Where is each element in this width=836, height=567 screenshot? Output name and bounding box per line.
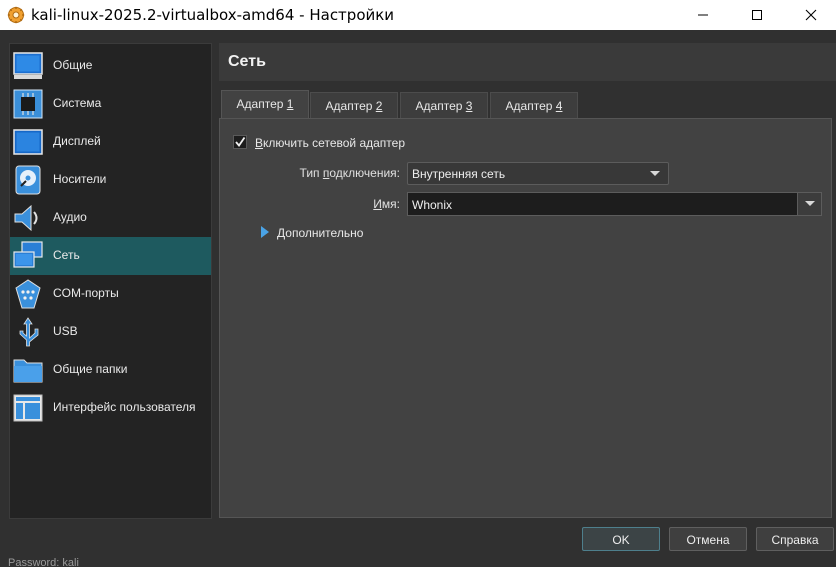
sidebar-item-label: Сеть [53,248,80,262]
network-name-label: Имя: [340,197,400,211]
tab-label: Адаптер [325,99,376,113]
network-name-value: Whonix [412,198,453,212]
audio-icon [14,204,38,232]
attached-to-label-pre: Тип [299,166,323,180]
settings-sidebar: Общие Система Дисплей Носители Аудио Сет… [9,43,212,519]
page-title: Сеть [228,53,266,70]
enable-adapter-label[interactable]: Включить сетевой адаптер [255,136,405,150]
network-name-label-accel: И [373,197,382,211]
advanced-label: Дополнительно [277,226,363,240]
sidebar-item-display[interactable]: Дисплей [10,123,211,161]
sidebar-item-storage[interactable]: Носители [10,161,211,199]
sidebar-item-user-interface[interactable]: Интерфейс пользователя [10,389,211,427]
tab-label: Адаптер [505,99,556,113]
enable-adapter-accel: В [255,136,264,150]
sidebar-item-label: Аудио [53,210,87,224]
tab-label-accel: 1 [286,97,294,111]
cancel-button[interactable]: Отмена [669,527,747,551]
sidebar-item-shared-folders[interactable]: Общие папки [10,351,211,389]
close-icon [805,9,817,21]
checkmark-icon [235,136,246,147]
settings-dialog: Общие Система Дисплей Носители Аудио Сет… [0,30,836,567]
general-icon [13,52,43,79]
attached-to-label: Тип подключения: [290,166,400,180]
tab-label-accel: 2 [375,99,383,113]
maximize-icon [752,10,762,20]
sidebar-item-label: COM-порты [53,286,119,300]
tab-label-accel: 3 [465,99,473,113]
adapter-panel: Включить сетевой адаптер Тип подключения… [219,118,832,518]
sidebar-item-label: Дисплей [53,134,101,148]
sidebar-item-usb[interactable]: USB [10,313,211,351]
page-header: Сеть [219,43,836,81]
sidebar-item-audio[interactable]: Аудио [10,199,211,237]
sidebar-item-label: USB [53,324,78,338]
enable-adapter-checkbox[interactable] [233,135,247,149]
network-name-label-rest: мя: [381,197,400,211]
sidebar-item-label: Система [53,96,102,110]
title-bar: kali-linux-2025.2-virtualbox-amd64 - Нас… [0,0,836,30]
tab-label: Адаптер [415,99,466,113]
sidebar-item-network[interactable]: Сеть [10,237,211,275]
tab-adapter-3[interactable]: Адаптер 3 [400,92,488,119]
storage-icon [15,165,41,195]
usb-icon [19,317,39,347]
tab-adapter-1[interactable]: Адаптер 1 [221,90,309,119]
sidebar-item-label: Носители [53,172,107,186]
display-icon [13,129,43,155]
help-button[interactable]: Справка [756,527,834,551]
tab-adapter-2[interactable]: Адаптер 2 [310,92,398,119]
attached-to-select[interactable]: Внутренняя сеть [407,162,669,185]
sidebar-item-general[interactable]: Общие [10,47,211,85]
advanced-label-rest: ополнительно [285,226,364,240]
ok-button[interactable]: OK [582,527,660,551]
attached-to-value: Внутренняя сеть [412,167,506,181]
network-name-combobox[interactable]: Whonix [407,192,822,216]
user-interface-icon [13,394,43,422]
network-icon [13,241,43,268]
network-name-dropdown-button[interactable] [797,193,821,215]
background-text: Password: kali [8,557,79,567]
serial-ports-icon [15,279,41,309]
sidebar-item-system[interactable]: Система [10,85,211,123]
tab-adapter-4[interactable]: Адаптер 4 [490,92,578,119]
enable-adapter-text: ключить сетевой адаптер [263,136,405,150]
maximize-button[interactable] [734,0,780,30]
tab-label-accel: 4 [555,99,563,113]
attached-to-label-rest: одключения: [329,166,400,180]
sidebar-item-label: Общие папки [53,362,128,376]
sidebar-item-label: Интерфейс пользователя [53,400,196,414]
tab-label: Адаптер [236,97,287,111]
sidebar-item-label: Общие [53,58,93,72]
expand-triangle-icon [261,226,269,238]
sidebar-item-com-ports[interactable]: COM-порты [10,275,211,313]
close-button[interactable] [788,0,834,30]
system-chip-icon [13,89,43,119]
chevron-down-icon [650,171,660,176]
shared-folder-icon [13,359,43,383]
minimize-icon [698,14,708,16]
window-title: kali-linux-2025.2-virtualbox-amd64 - Нас… [31,6,395,24]
minimize-button[interactable] [680,0,726,30]
chevron-down-icon [805,201,815,206]
virtualbox-gear-icon [7,6,25,24]
